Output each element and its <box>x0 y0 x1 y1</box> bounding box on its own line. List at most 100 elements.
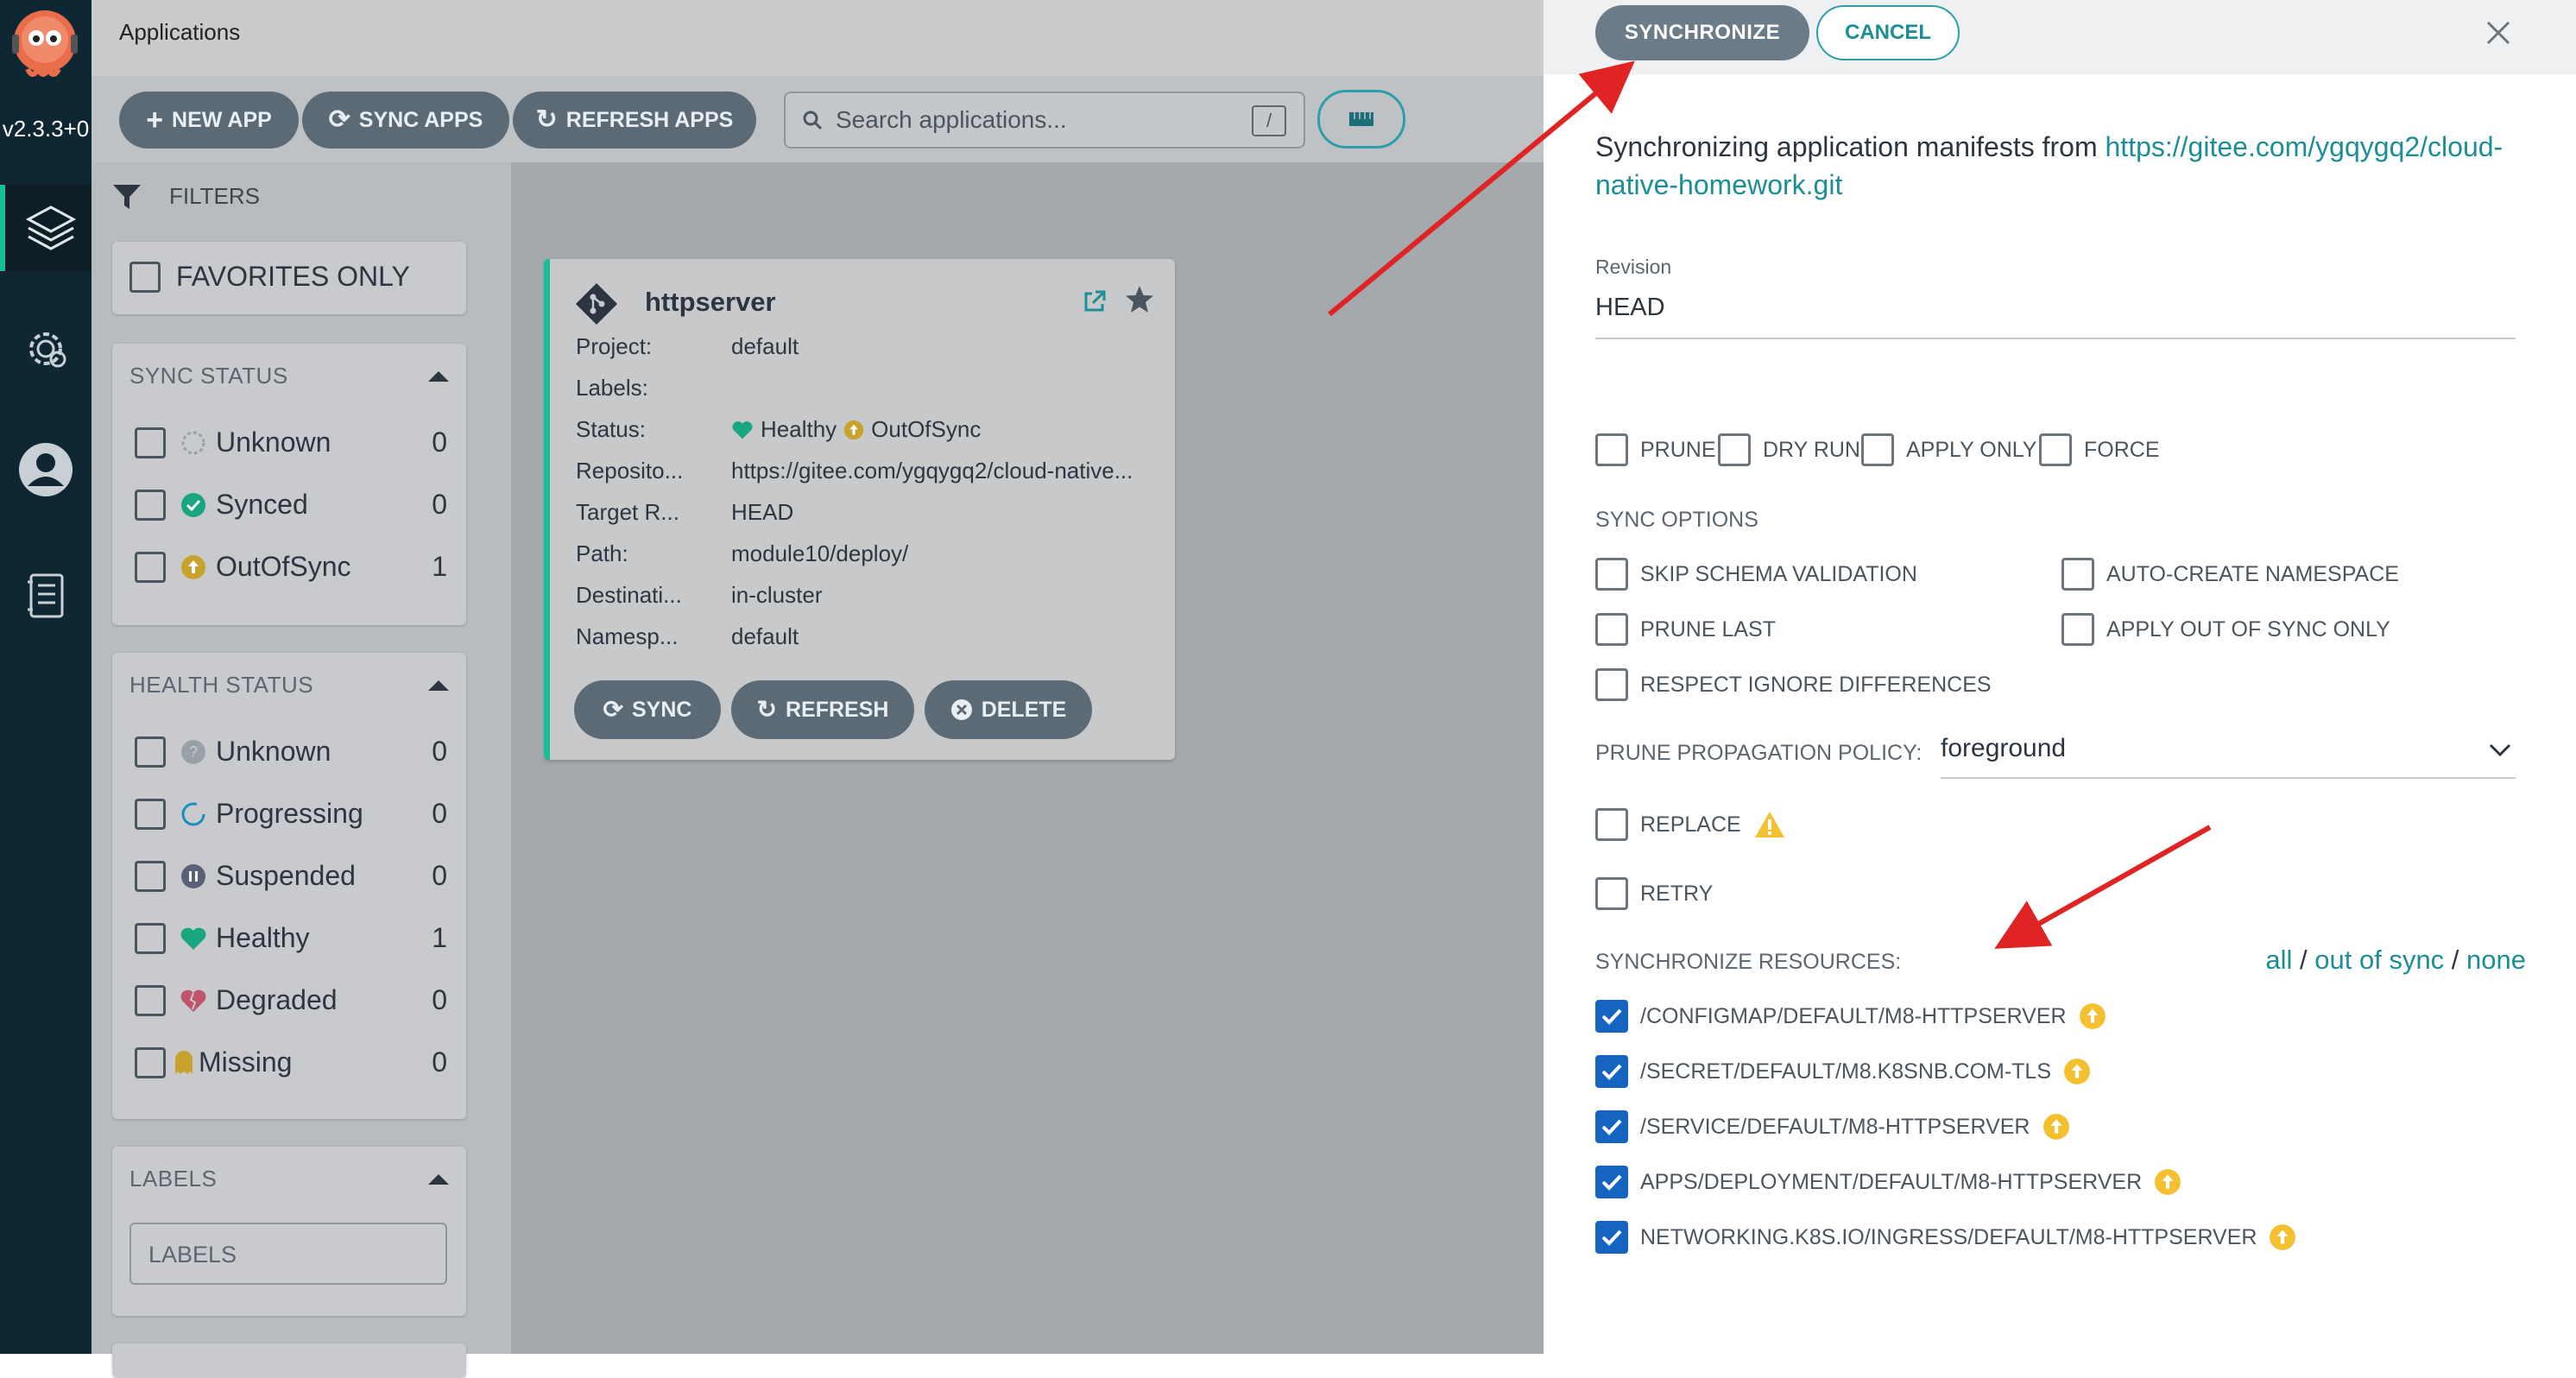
select-out-of-sync-link[interactable]: out of sync <box>2314 945 2444 975</box>
unknown-sync-icon <box>181 431 205 454</box>
checkbox[interactable] <box>135 1046 166 1078</box>
respect-ignore-differences-option[interactable]: RESPECT IGNORE DIFFERENCES <box>1595 668 1992 701</box>
synchronize-button[interactable]: SYNCHRONIZE <box>1595 5 1809 60</box>
checkbox[interactable] <box>1595 613 1628 646</box>
revision-input[interactable]: HEAD <box>1595 294 2516 339</box>
sync-icon: ⟳ <box>328 105 350 134</box>
app-namespace-row: Namesp... default <box>576 623 799 649</box>
apply-out-of-sync-only-option[interactable]: APPLY OUT OF SYNC ONLY <box>2061 613 2390 646</box>
checkbox[interactable] <box>2061 558 2094 591</box>
close-icon[interactable] <box>2481 16 2516 50</box>
collapse-caret-icon[interactable] <box>428 1174 449 1185</box>
resource-item[interactable]: NETWORKING.K8S.IO/INGRESS/DEFAULT/M8-HTT… <box>1595 1221 2296 1254</box>
sync-resources-title: SYNCHRONIZE RESOURCES: <box>1595 950 1902 974</box>
health-status-text: Healthy <box>761 416 837 442</box>
argo-logo[interactable] <box>5 5 85 85</box>
filter-health-progressing[interactable]: Progressing 0 <box>135 798 447 830</box>
out-of-sync-icon <box>2270 1224 2296 1250</box>
collapse-caret-icon[interactable] <box>428 371 449 382</box>
search-apps-input[interactable]: Search applications... / <box>784 92 1305 149</box>
filter-health-degraded[interactable]: Degraded 0 <box>135 984 447 1016</box>
collapse-caret-icon[interactable] <box>428 680 449 691</box>
checkbox[interactable] <box>135 489 166 521</box>
plus-icon: + <box>146 104 164 136</box>
filter-sync-outofsync[interactable]: OutOfSync 1 <box>135 551 447 583</box>
out-of-sync-icon <box>2155 1169 2181 1195</box>
resource-item[interactable]: /SERVICE/DEFAULT/M8-HTTPSERVER <box>1595 1110 2070 1143</box>
checkbox[interactable] <box>1595 808 1628 841</box>
app-sync-button[interactable]: ⟳ SYNC <box>574 680 721 739</box>
checkbox[interactable] <box>135 798 166 830</box>
checkbox[interactable] <box>135 860 166 892</box>
apply-only-checkbox[interactable] <box>1861 433 1894 466</box>
replace-option[interactable]: REPLACE <box>1595 808 1786 841</box>
select-all-link[interactable]: all <box>2265 945 2292 975</box>
filter-sync-unknown[interactable]: Unknown 0 <box>135 427 447 458</box>
checkbox[interactable] <box>135 551 166 583</box>
sync-status-filter: SYNC STATUS Unknown 0 Synced 0 OutOfSync… <box>112 344 466 625</box>
resource-item[interactable]: /CONFIGMAP/DEFAULT/M8-HTTPSERVER <box>1595 1000 2106 1033</box>
force-checkbox[interactable] <box>2039 433 2072 466</box>
resource-checkbox[interactable] <box>1595 1000 1628 1033</box>
svg-text:?: ? <box>189 743 198 761</box>
skip-schema-option[interactable]: SKIP SCHEMA VALIDATION <box>1595 558 1917 591</box>
app-tile-httpserver[interactable]: httpserver Project: default Labels: Stat… <box>544 259 1175 760</box>
checkbox[interactable] <box>1595 668 1628 701</box>
checkbox[interactable] <box>2061 613 2094 646</box>
resource-checkbox[interactable] <box>1595 1055 1628 1088</box>
checkbox[interactable] <box>1595 877 1628 910</box>
checkbox[interactable] <box>135 922 166 954</box>
app-labels-row: Labels: <box>576 375 648 401</box>
auto-create-namespace-option[interactable]: AUTO-CREATE NAMESPACE <box>2061 558 2399 591</box>
prune-policy-select[interactable]: foreground <box>1941 734 2516 779</box>
favorites-only-toggle[interactable]: FAVORITES ONLY <box>129 261 442 293</box>
search-shortcut-hint: / <box>1252 105 1286 136</box>
new-app-button[interactable]: + NEW APP <box>119 92 299 149</box>
labels-input[interactable]: LABELS <box>129 1223 447 1285</box>
retry-option[interactable]: RETRY <box>1595 877 1713 910</box>
resource-checkbox[interactable] <box>1595 1166 1628 1198</box>
app-destination-row: Destinati... in-cluster <box>576 582 823 608</box>
prune-checkbox[interactable] <box>1595 433 1628 466</box>
user-icon <box>19 443 73 496</box>
nav-user-info[interactable] <box>0 427 92 513</box>
prune-option[interactable]: PRUNE <box>1595 433 1716 466</box>
favorite-star-icon[interactable] <box>1123 283 1156 316</box>
nav-settings[interactable] <box>0 306 92 392</box>
prune-last-option[interactable]: PRUNE LAST <box>1595 613 1776 646</box>
nav-applications[interactable] <box>0 185 97 271</box>
checkbox[interactable] <box>1595 558 1628 591</box>
nav-docs[interactable] <box>0 553 92 639</box>
checkbox[interactable] <box>135 736 166 768</box>
favorites-checkbox[interactable] <box>129 261 161 293</box>
refresh-icon: ↻ <box>756 696 777 723</box>
resource-item[interactable]: APPS/DEPLOYMENT/DEFAULT/M8-HTTPSERVER <box>1595 1166 2181 1198</box>
sync-panel: SYNCHRONIZE CANCEL Synchronizing applica… <box>1544 0 2576 1354</box>
app-refresh-button[interactable]: ↻ REFRESH <box>731 680 914 739</box>
check-icon <box>1601 1229 1622 1246</box>
checkbox[interactable] <box>135 427 166 458</box>
filter-health-missing[interactable]: Missing 0 <box>135 1046 447 1078</box>
dry-run-option[interactable]: DRY RUN <box>1718 433 1860 466</box>
external-link-icon[interactable] <box>1082 288 1108 314</box>
resource-checkbox[interactable] <box>1595 1110 1628 1143</box>
resource-item[interactable]: /SECRET/DEFAULT/M8.K8SNB.COM-TLS <box>1595 1055 2091 1088</box>
view-toggle-button[interactable] <box>1317 90 1405 149</box>
filter-sync-synced[interactable]: Synced 0 <box>135 489 447 521</box>
filter-health-unknown[interactable]: ? Unknown 0 <box>135 736 447 768</box>
force-option[interactable]: FORCE <box>2039 433 2160 466</box>
cancel-button[interactable]: CANCEL <box>1816 5 1960 60</box>
filter-health-suspended[interactable]: Suspended 0 <box>135 860 447 892</box>
sync-apps-button[interactable]: ⟳ SYNC APPS <box>302 92 509 149</box>
apply-only-option[interactable]: APPLY ONLY <box>1861 433 2036 466</box>
resource-checkbox[interactable] <box>1595 1221 1628 1254</box>
filter-health-healthy[interactable]: Healthy 1 <box>135 922 447 954</box>
app-delete-button[interactable]: DELETE <box>925 680 1092 739</box>
resource-select-links: all / out of sync / none <box>2265 945 2526 975</box>
dry-run-checkbox[interactable] <box>1718 433 1751 466</box>
select-none-link[interactable]: none <box>2466 945 2526 975</box>
health-status-filter: HEALTH STATUS ? Unknown 0 Progressing 0 … <box>112 653 466 1119</box>
refresh-apps-button[interactable]: ↻ REFRESH APPS <box>513 92 756 149</box>
checkbox[interactable] <box>135 984 166 1016</box>
app-name[interactable]: httpserver <box>645 287 776 318</box>
